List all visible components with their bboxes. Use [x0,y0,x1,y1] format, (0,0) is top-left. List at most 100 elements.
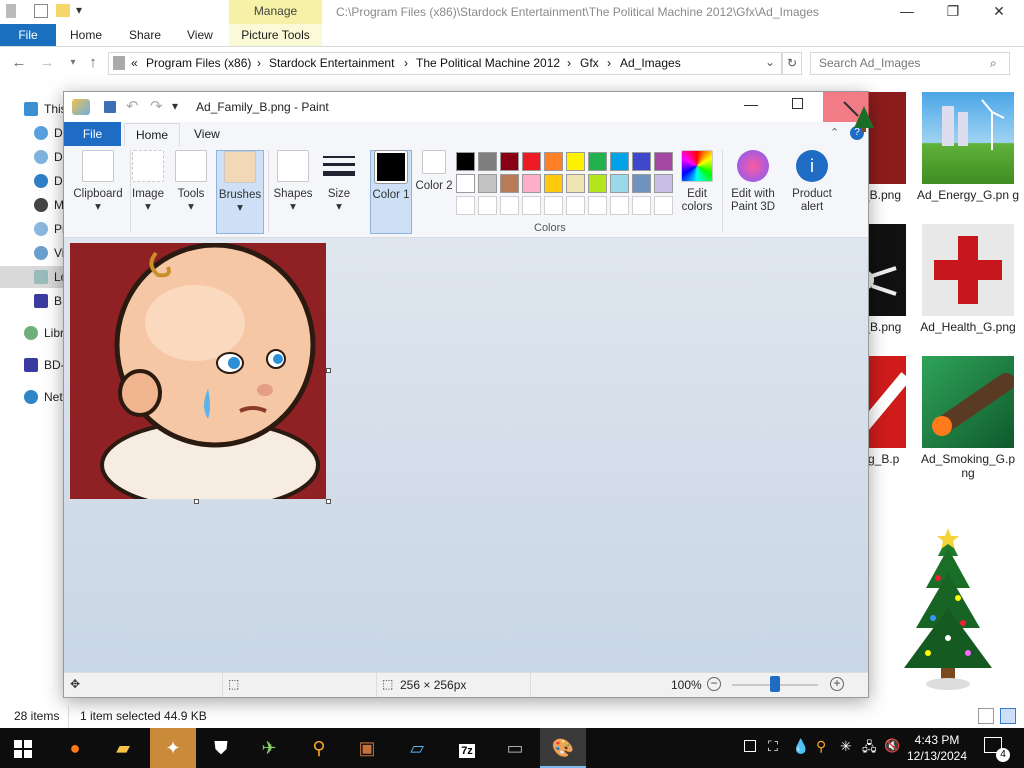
brushes-button[interactable]: Brushes ▾ [216,150,264,234]
zoom-slider-thumb[interactable] [770,676,780,692]
large-icons-view-icon[interactable] [1000,708,1016,724]
explorer-tab-view[interactable]: View [187,24,213,46]
palette-swatch[interactable] [566,152,585,171]
address-dropdown-icon[interactable]: ⌄ [765,55,775,69]
breadcrumb-separator[interactable]: › [404,53,408,74]
palette-swatch[interactable] [500,152,519,171]
palette-swatch[interactable] [478,174,497,193]
palette-swatch[interactable] [566,196,585,215]
nav-item-bd-rom[interactable]: BD- [24,354,65,376]
save-icon[interactable] [104,101,116,113]
resize-handle-right[interactable] [326,368,331,373]
palette-swatch[interactable] [610,174,629,193]
paint-app-icon[interactable] [72,99,90,115]
palette-swatch[interactable] [588,152,607,171]
nav-item-libraries[interactable]: Libr [24,322,64,344]
droplet-tray-icon[interactable]: 💧 [792,738,809,755]
security-shield-icon[interactable]: ⛊ [198,728,244,768]
redo-icon[interactable]: ↷ [150,97,163,115]
file-label[interactable]: Ad_Energy_G.pn g [916,188,1020,202]
palette-swatch[interactable] [522,174,541,193]
palette-swatch[interactable] [654,174,673,193]
nav-item-network[interactable]: Net [24,386,63,408]
explorer-close-button[interactable]: ✕ [976,0,1022,24]
resize-handle-corner[interactable] [326,499,331,504]
start-button[interactable] [0,728,46,768]
palette-swatch[interactable] [654,152,673,171]
palette-swatch[interactable] [456,196,475,215]
palette-swatch[interactable] [478,152,497,171]
ethernet-tray-icon[interactable]: 🖧 [862,738,877,760]
breadcrumb-separator[interactable]: › [567,53,571,74]
quick-access-dropdown-icon[interactable]: ▾ [76,3,82,17]
search-input[interactable]: Search Ad_Images [810,52,1010,75]
product-alert-button[interactable]: i Product alert [786,150,838,234]
customize-quick-access-icon[interactable]: ▾ [172,99,178,113]
stardock-icon[interactable]: ✦ [150,728,196,768]
palette-swatch[interactable] [500,196,519,215]
app-icon-leaf[interactable]: ✈ [246,728,292,768]
clipboard-button[interactable]: Clipboard ▾ [68,150,128,234]
collapse-ribbon-icon[interactable]: ⌃ [830,126,839,139]
breadcrumb-gfx[interactable]: Gfx [580,53,599,74]
search-app-icon[interactable]: ⚲ [296,728,342,768]
zoom-out-button[interactable]: − [707,677,721,691]
palette-swatch[interactable] [610,196,629,215]
paint-tab-home[interactable]: Home [124,123,180,146]
palette-swatch[interactable] [500,174,519,193]
explorer-tab-share[interactable]: Share [129,24,161,46]
palette-swatch[interactable] [632,152,651,171]
recent-locations-icon[interactable]: ▾ [62,52,84,74]
palette-swatch[interactable] [522,152,541,171]
properties-icon[interactable] [34,4,48,18]
breadcrumb-ad-images[interactable]: Ad_Images [620,53,681,74]
edit-colors-button[interactable]: Edit colors [676,150,718,234]
new-folder-icon[interactable] [56,4,70,17]
color2-button[interactable]: Color 2 [414,150,454,234]
paint-window[interactable]: ↶ ↷ ▾ Ad_Family_B.png - Paint — File Hom… [63,91,869,698]
nav-item-this-pc[interactable]: This [24,98,67,120]
address-bar[interactable]: « Program Files (x86) › Stardock Enterta… [108,52,782,75]
paint-canvas-area[interactable] [64,238,868,672]
palette-swatch[interactable] [632,196,651,215]
explorer-minimize-button[interactable]: — [884,0,930,24]
palette-swatch[interactable] [456,152,475,171]
tools-button[interactable]: Tools ▾ [172,150,210,234]
breadcrumb-overflow[interactable]: « [131,53,138,74]
file-label[interactable]: Ad_Health_G.png [916,320,1020,334]
palette-swatch[interactable] [588,174,607,193]
palette-swatch[interactable] [544,174,563,193]
paint-maximize-button[interactable] [792,98,803,109]
7zip-icon[interactable]: 7z [444,728,490,768]
paint-tab-view[interactable]: View [194,122,220,146]
brightness-tray-icon[interactable]: ✳ [840,738,852,755]
breadcrumb-political-machine[interactable]: The Political Machine 2012 [416,53,560,74]
manage-context-tab[interactable]: Manage [229,0,322,24]
image-button[interactable]: Image ▾ [128,150,168,234]
paint-taskbar-icon[interactable]: 🎨 [540,728,586,768]
explorer-tab-picture-tools[interactable]: Picture Tools [229,24,322,47]
up-button[interactable]: ↑ [82,52,104,74]
resize-handle-bottom[interactable] [194,499,199,504]
clock[interactable]: 4:43 PM 12/13/2024 [906,732,968,764]
paint-tab-file[interactable]: File [64,122,121,146]
crying-baby-image[interactable] [70,243,326,499]
explorer-restore-button[interactable]: ❐ [930,0,976,24]
paint-minimize-button[interactable]: — [744,96,758,112]
palette-swatch[interactable] [566,174,585,193]
zoom-in-button[interactable]: + [830,677,844,691]
details-view-icon[interactable] [978,708,994,724]
file-thumbnail-health[interactable] [922,224,1014,316]
palette-swatch[interactable] [632,174,651,193]
show-desktop-icon[interactable] [744,740,756,752]
palette-swatch[interactable] [522,196,541,215]
breadcrumb-separator[interactable]: › [607,53,611,74]
breadcrumb-program-files[interactable]: Program Files (x86) [146,53,251,74]
explorer-tab-home[interactable]: Home [70,24,102,46]
notepad-icon[interactable]: ▱ [394,728,440,768]
christmas-tree-gadget[interactable] [898,528,998,692]
volume-muted-icon[interactable]: 🔇 [884,738,900,754]
palette-swatch[interactable] [544,152,563,171]
file-thumbnail-smoking[interactable] [922,356,1015,448]
search-tray-icon[interactable]: ⚲ [816,738,826,755]
